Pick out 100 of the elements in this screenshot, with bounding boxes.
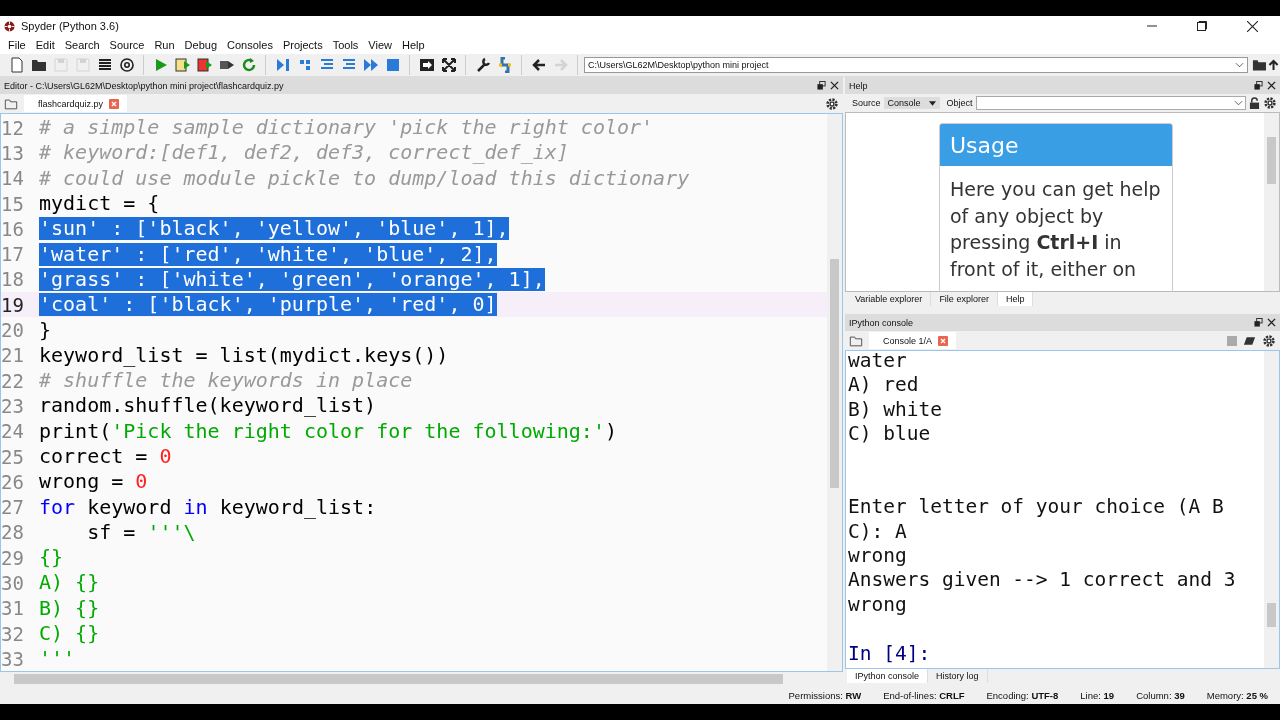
line-number: 15 (1, 192, 25, 215)
menu-item[interactable]: Run (149, 39, 180, 51)
console-output: Answers given --> 1 correct and 3 (848, 568, 1237, 593)
console-output: Enter letter of your choice (A B (848, 495, 1225, 520)
line-number: 22 (1, 369, 25, 392)
code-line: for keyword in keyword_list: (39, 495, 377, 519)
undock-icon[interactable] (817, 81, 826, 90)
line-number: 18 (1, 268, 25, 291)
menu-item[interactable]: Help (397, 39, 430, 51)
close-icon[interactable] (1267, 81, 1276, 90)
usage-text: Here you can get help of any object by pressing Ctrl+I in front of it, either on (950, 177, 1162, 282)
line-number: 21 (1, 344, 25, 367)
menu-item[interactable]: Edit (30, 39, 60, 51)
vertical-scrollbar[interactable] (1264, 113, 1279, 291)
dropdown-arrow-icon[interactable] (928, 100, 936, 106)
undock-icon[interactable] (1254, 81, 1263, 90)
code-line: sf = '''\ (86, 520, 196, 544)
console-prompt: In [4]: (848, 641, 932, 666)
lock-icon[interactable] (1249, 96, 1260, 110)
line-number: 28 (1, 521, 25, 544)
menu-item[interactable]: Search (59, 39, 105, 51)
vertical-scrollbar[interactable] (827, 114, 842, 671)
status-label: Memory: (1206, 689, 1244, 701)
line-number: 16 (1, 217, 25, 240)
close-tab-icon[interactable] (938, 335, 949, 346)
status-value: 19 (1103, 689, 1115, 701)
line-number: 25 (1, 445, 25, 468)
console-output: wrong (848, 544, 908, 569)
code-line: # shuffle the keywords in place (39, 369, 413, 393)
line-number: 33 (1, 647, 25, 670)
menu-item[interactable]: Source (104, 39, 150, 51)
pane-tab[interactable]: Help (997, 292, 1034, 306)
line-number: 32 (1, 622, 25, 645)
options-icon[interactable] (825, 96, 839, 111)
status-label: End-of-lines: (883, 689, 937, 701)
browse-tabs-icon[interactable] (4, 96, 18, 111)
path-field[interactable]: C:\Users\GL62M\Desktop\python mini project (584, 57, 1249, 73)
pane-tab[interactable]: File explorer (931, 292, 998, 306)
pane-title: IPython console (849, 317, 914, 328)
options-icon[interactable] (1263, 96, 1277, 110)
code-line: {} (39, 546, 64, 570)
file-tab[interactable]: flashcardquiz.py (24, 95, 128, 112)
line-number: 17 (1, 243, 25, 266)
close-icon[interactable] (1267, 318, 1276, 327)
code-line: keyword_list = list(mydict.keys()) (39, 343, 449, 367)
line-number: 30 (1, 572, 25, 594)
code-line: C) {} (39, 622, 100, 646)
console-output: B) white (848, 397, 943, 423)
code-line: correct = 0 (39, 445, 172, 468)
status-label: Permissions: (788, 689, 843, 701)
line-number: 29 (1, 546, 25, 569)
close-icon[interactable] (1247, 20, 1258, 32)
close-tab-icon[interactable] (109, 98, 120, 109)
maximize-icon[interactable] (1197, 21, 1207, 31)
vertical-scrollbar[interactable] (1264, 351, 1279, 668)
code-line: # could use module pickle to dump/load this dictionary (39, 166, 690, 190)
app-icon (4, 20, 15, 32)
menu-item[interactable]: View (363, 39, 397, 51)
console-output: C) blue (848, 422, 932, 447)
code-line: } (39, 318, 52, 342)
status-label: Column: (1136, 689, 1172, 701)
line-number: 19 (1, 293, 25, 316)
browse-tabs-icon[interactable] (849, 333, 863, 348)
code-line: random.shuffle(keyword_list) (39, 394, 377, 418)
console-output: wrong (848, 592, 908, 618)
object-field[interactable] (975, 96, 1246, 110)
code-line: mydict = { (39, 192, 160, 216)
eraser-icon[interactable] (1243, 335, 1256, 346)
menu-item[interactable]: Projects (277, 39, 328, 51)
line-number: 23 (1, 394, 25, 417)
pane-tab[interactable]: History log (928, 669, 988, 683)
source-dropdown[interactable]: Console (883, 97, 940, 109)
folder-icon[interactable] (1252, 57, 1267, 73)
line-number: 27 (1, 496, 25, 519)
status-value: RW (845, 689, 862, 701)
menu-item[interactable]: Consoles (222, 39, 278, 51)
code-line: wrong = 0 (39, 470, 148, 494)
options-icon[interactable] (1262, 333, 1276, 348)
pane-tab[interactable]: IPython console (847, 669, 929, 683)
status-value: 39 (1174, 689, 1185, 701)
code-line: # a simple sample dictionary 'pick the right color' (39, 116, 654, 140)
up-arrow-icon[interactable] (1266, 58, 1280, 72)
line-number: 12 (1, 116, 25, 139)
object-label: Object (946, 98, 973, 108)
console-tab[interactable]: Console 1/A (869, 332, 957, 349)
line-number: 26 (1, 470, 25, 493)
code-line: A) {} (39, 571, 100, 595)
status-label: Encoding: (986, 689, 1029, 701)
menu-item[interactable]: Debug (179, 39, 223, 51)
console-output: A) red (848, 373, 920, 398)
pane-tab[interactable]: Variable explorer (847, 292, 932, 306)
menu-item[interactable]: Tools (327, 39, 364, 51)
status-value: 25 % (1246, 689, 1268, 701)
close-icon[interactable] (830, 81, 839, 90)
undock-icon[interactable] (1254, 318, 1263, 327)
menu-item[interactable]: File (3, 39, 31, 51)
window-title: Spyder (Python 3.6) (21, 20, 119, 32)
code-line: ''' (39, 647, 76, 671)
line-number: 13 (1, 141, 25, 164)
card-title: Usage (950, 132, 1019, 158)
